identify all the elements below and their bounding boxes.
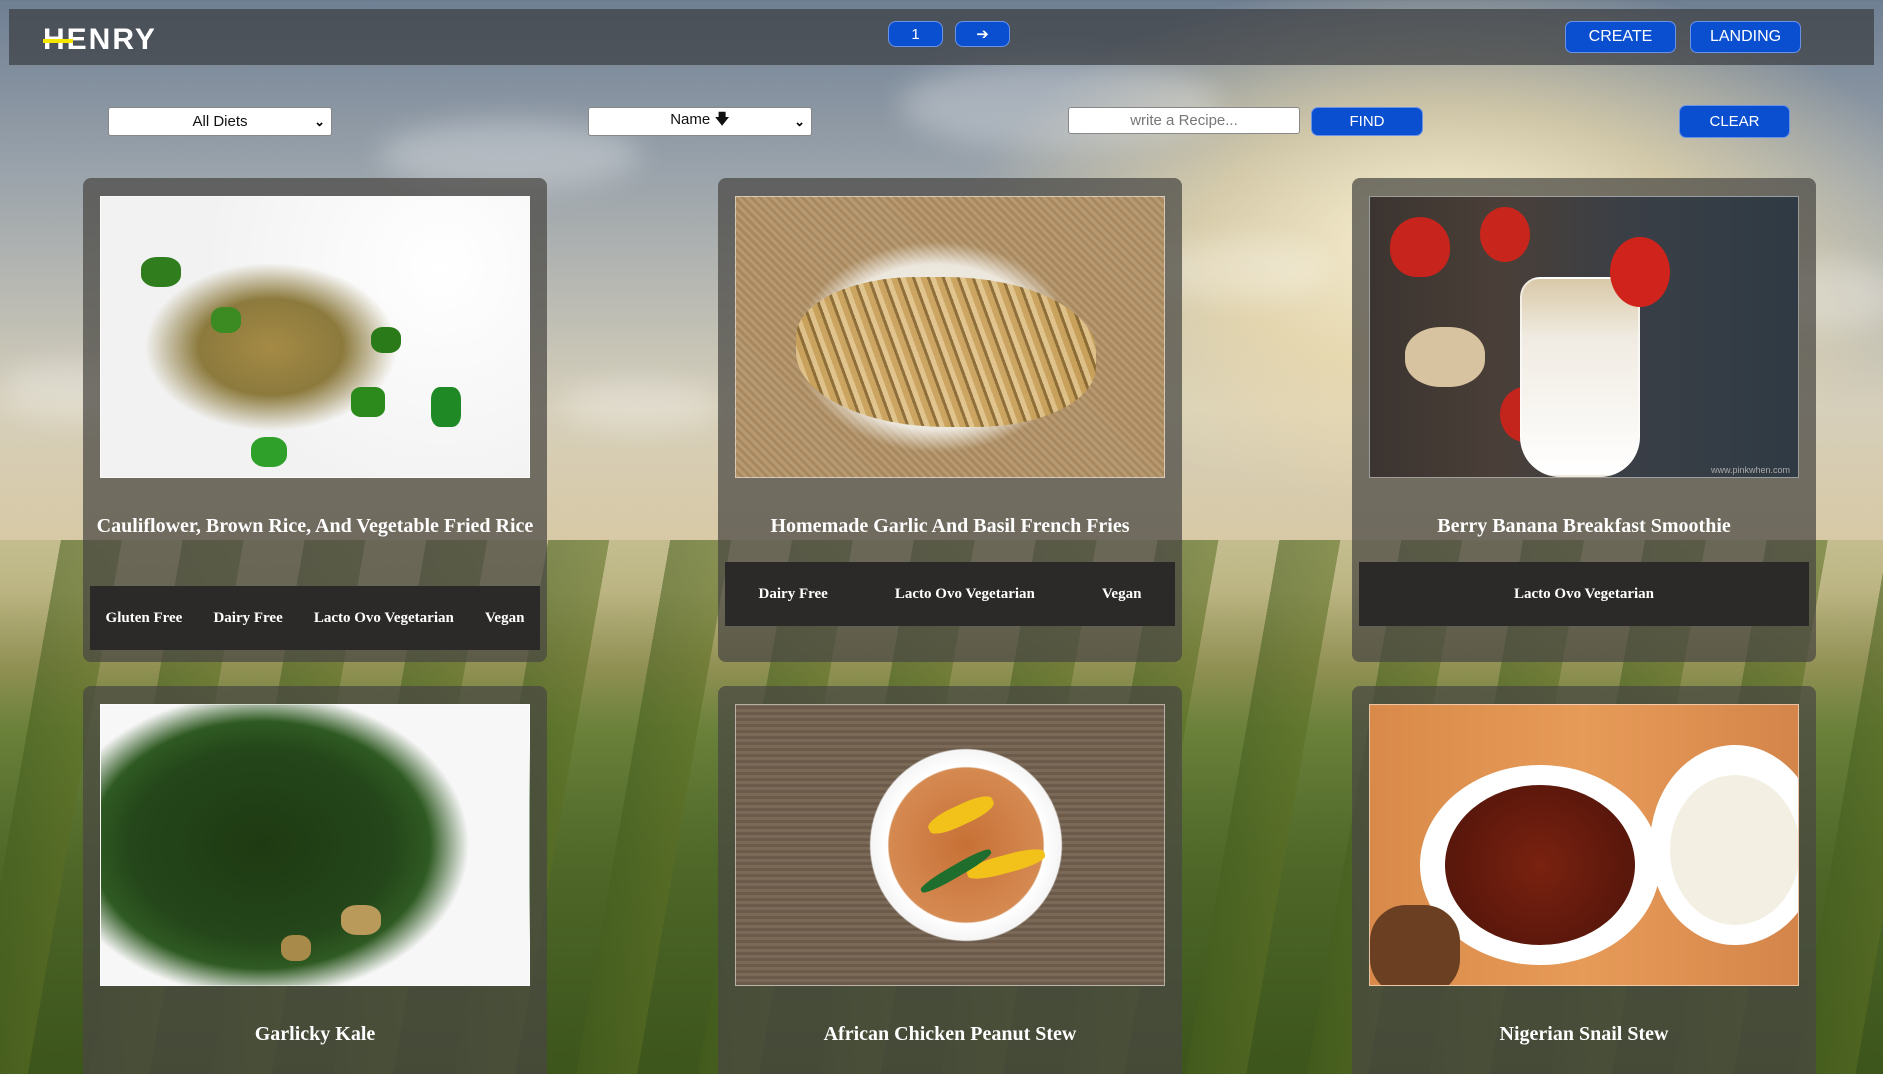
diet-tag: Vegan <box>1101 585 1142 602</box>
sort-select[interactable]: Name 🡇 ⌄ <box>588 107 812 136</box>
sort-value: Name 🡇 <box>670 111 730 128</box>
photo-watermark: www.pinkwhen.com <box>1710 465 1790 475</box>
diet-tag: Gluten Free <box>105 609 183 626</box>
page-number-button[interactable]: 1 <box>888 21 943 47</box>
fried-rice-photo <box>100 196 530 478</box>
arrow-right-icon: ➔ <box>976 26 989 43</box>
diet-tag: Lacto Ovo Vegetarian <box>1514 585 1654 602</box>
recipe-title[interactable]: Berry Banana Breakfast Smoothie <box>1362 514 1806 539</box>
clear-button[interactable]: CLEAR <box>1679 105 1790 138</box>
recipe-card[interactable]: www.pinkwhen.com Berry Banana Breakfast … <box>1352 178 1816 662</box>
diet-tag: Lacto Ovo Vegetarian <box>894 585 1035 602</box>
chevron-down-icon: ⌄ <box>314 114 325 129</box>
diet-tag: Lacto Ovo Vegetarian <box>313 609 454 626</box>
recipe-search-input[interactable] <box>1068 107 1300 134</box>
recipe-card[interactable]: Homemade Garlic And Basil French Fries D… <box>718 178 1182 662</box>
diet-tag: Dairy Free <box>758 585 828 602</box>
diet-filter-value: All Diets <box>192 113 248 130</box>
peanut-stew-photo <box>735 704 1165 986</box>
snail-stew-photo <box>1369 704 1799 986</box>
diet-tags: Gluten Free Dairy Free Lacto Ovo Vegetar… <box>90 586 540 650</box>
logo-accent-bar <box>43 39 73 43</box>
smoothie-photo: www.pinkwhen.com <box>1369 196 1799 478</box>
create-button[interactable]: CREATE <box>1565 21 1676 53</box>
diet-tag: Dairy Free <box>213 609 283 626</box>
next-page-button[interactable]: ➔ <box>955 21 1010 47</box>
recipe-card[interactable]: African Chicken Peanut Stew <box>718 686 1182 1074</box>
landing-button[interactable]: LANDING <box>1690 21 1801 53</box>
diet-tags: Lacto Ovo Vegetarian <box>1359 562 1809 626</box>
cloud <box>900 60 1220 150</box>
recipe-card[interactable]: Nigerian Snail Stew <box>1352 686 1816 1074</box>
recipe-title[interactable]: Nigerian Snail Stew <box>1362 1022 1806 1047</box>
diet-tag: Vegan <box>484 609 525 626</box>
recipe-card[interactable]: Garlicky Kale <box>83 686 547 1074</box>
cloud <box>560 380 720 430</box>
find-button[interactable]: FIND <box>1311 107 1423 136</box>
recipe-title[interactable]: Cauliflower, Brown Rice, And Vegetable F… <box>93 514 537 539</box>
diet-tags: Dairy Free Lacto Ovo Vegetarian Vegan <box>725 562 1175 626</box>
chevron-down-icon: ⌄ <box>794 114 805 129</box>
recipe-card[interactable]: Cauliflower, Brown Rice, And Vegetable F… <box>83 178 547 662</box>
recipe-title[interactable]: African Chicken Peanut Stew <box>728 1022 1172 1047</box>
diet-filter-select[interactable]: All Diets ⌄ <box>108 107 332 136</box>
henry-logo[interactable]: HENRY <box>43 23 157 57</box>
recipe-title[interactable]: Garlicky Kale <box>93 1022 537 1047</box>
kale-photo <box>100 704 530 986</box>
recipe-title[interactable]: Homemade Garlic And Basil French Fries <box>728 514 1172 539</box>
french-fries-photo <box>735 196 1165 478</box>
